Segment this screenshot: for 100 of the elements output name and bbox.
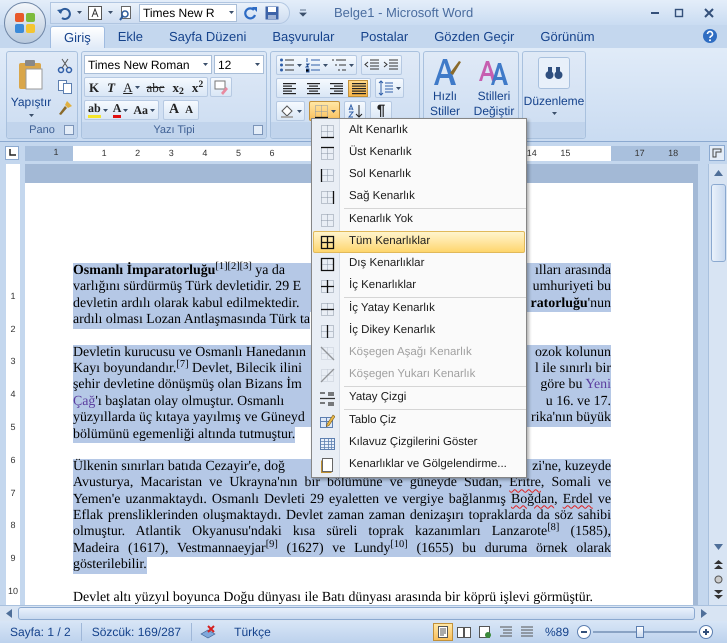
format-button[interactable]: K xyxy=(87,80,102,94)
format-button[interactable]: A xyxy=(169,103,180,117)
format-button[interactable]: abc xyxy=(144,80,167,94)
menu-item[interactable]: Sol Kenarlık xyxy=(313,164,525,186)
font-size-field[interactable]: 12 xyxy=(214,55,264,74)
dialog-launcher[interactable] xyxy=(64,125,74,135)
ribbon-tab[interactable]: Ekle xyxy=(104,26,156,48)
align-icon xyxy=(328,82,342,94)
menu-item[interactable]: Tablo Çiz xyxy=(313,410,525,432)
caret-icon xyxy=(297,64,302,66)
vertical-scrollbar[interactable] xyxy=(708,164,727,605)
slider-thumb[interactable] xyxy=(636,626,644,638)
format-button[interactable]: x$^{2}$ xyxy=(190,80,206,94)
right-arrow-icon xyxy=(701,609,707,618)
copy-button[interactable] xyxy=(55,78,75,96)
view-icon xyxy=(456,624,472,640)
caret-icon xyxy=(552,112,556,115)
menu-item[interactable]: Dış Kenarlıklar xyxy=(313,253,525,275)
numbered-list-icon xyxy=(305,57,321,73)
font-combo[interactable]: Times New R xyxy=(139,4,237,22)
multilevel-list-icon xyxy=(331,57,347,73)
word-count[interactable]: Sözcük: 169/287 xyxy=(82,623,192,641)
save-button[interactable] xyxy=(263,4,281,22)
ribbon-tab[interactable]: Başvurular xyxy=(259,26,348,48)
clear-formatting-button[interactable] xyxy=(210,77,232,97)
zoom-slider[interactable] xyxy=(593,625,697,639)
link[interactable]: Çağ xyxy=(73,394,96,409)
menu-item[interactable]: Kenarlık Yok xyxy=(313,209,525,231)
border-icon xyxy=(319,256,335,272)
quick-styles-button[interactable]: Hızlı Stiller xyxy=(423,55,467,122)
close-icon xyxy=(704,8,714,18)
menu-item[interactable]: Yatay Çizgi xyxy=(313,387,525,409)
body-text: ılları arasında xyxy=(535,263,611,280)
editing-button[interactable]: Düzenleme xyxy=(525,55,583,122)
menu-item[interactable]: İç Yatay Kenarlık xyxy=(313,298,525,320)
border-icon xyxy=(319,345,335,361)
format-button[interactable]: A xyxy=(112,102,122,118)
paste-button[interactable]: Yapıştır xyxy=(9,55,53,122)
ruler-number: 9 xyxy=(10,552,16,564)
body-text: Yemen'e uzanmaktaydı. Osmanlı Devleti 29 eyaletten ve vergiye bağlanmış Boğdan, Erdel ve xyxy=(73,492,611,508)
menu-item[interactable]: Üst Kenarlık xyxy=(313,142,525,164)
align-icon xyxy=(282,82,296,94)
ribbon-tab[interactable]: Gözden Geçir xyxy=(421,26,528,48)
format-button[interactable]: x$_{2}$ xyxy=(170,80,186,94)
ribbon-tab[interactable]: Görünüm xyxy=(527,26,608,48)
scroll-thumb[interactable] xyxy=(18,607,695,620)
view-button[interactable] xyxy=(432,623,453,641)
font-name-field[interactable]: Times New Roman xyxy=(84,55,212,74)
format-button[interactable]: ab xyxy=(88,102,101,118)
bullets-button[interactable] xyxy=(279,57,302,73)
page-count[interactable]: Sayfa: 1 / 2 xyxy=(0,623,82,641)
ribbon-tab[interactable]: Postalar xyxy=(347,26,422,48)
horizontal-scrollbar[interactable] xyxy=(0,605,727,621)
body-text: Çağ'ı başlatan olay olmuştur. Osmanlı xyxy=(73,394,284,410)
minimize-icon xyxy=(651,12,659,14)
menu-item[interactable]: İç Dikey Kenarlık xyxy=(313,320,525,342)
book-check-icon xyxy=(200,624,216,640)
zoom-out-button[interactable] xyxy=(577,625,591,639)
menu-item[interactable]: İç Kenarlıklar xyxy=(313,275,525,297)
border-icon xyxy=(319,301,335,317)
menu-item[interactable]: Tüm Kenarlıklar xyxy=(313,231,525,253)
language[interactable]: Türkçe xyxy=(224,623,281,641)
body-text: l ile sınırlı bir xyxy=(534,360,611,378)
cut-button[interactable] xyxy=(55,57,75,75)
menu-item[interactable]: Alt Kenarlık xyxy=(313,120,525,142)
menu-item[interactable]: Kılavuz Çizgilerini Göster xyxy=(313,432,525,454)
logo-icon xyxy=(13,11,37,35)
align-button[interactable] xyxy=(348,80,368,96)
help-button[interactable] xyxy=(701,27,719,45)
body-text: bölümünü egemenliği altında tutmuştur. xyxy=(73,426,296,443)
link[interactable]: Yeni xyxy=(585,377,611,392)
scroll-thumb[interactable] xyxy=(710,184,726,262)
numbering-button[interactable] xyxy=(305,57,328,73)
ruler-number: 8 xyxy=(10,519,16,530)
format-button[interactable]: Aa xyxy=(133,104,148,116)
circular-arrow-icon xyxy=(242,4,258,20)
multilevel-list-button[interactable] xyxy=(331,57,354,73)
body-text: zi'ne, kuzeyde xyxy=(532,458,611,476)
dialog-launcher[interactable] xyxy=(253,125,263,135)
caret-icon xyxy=(349,64,354,66)
body-text: Osmanlı İmparatorluğu$^{[1][2][3]}$ ya da xyxy=(73,263,285,280)
menu-item[interactable]: Sağ Kenarlık xyxy=(313,186,525,208)
ruler-toggle-button[interactable] xyxy=(709,145,725,161)
format-button[interactable]: T xyxy=(105,80,118,94)
pencil-table-icon xyxy=(319,413,335,429)
format-button[interactable]: A xyxy=(121,80,134,94)
ruler-number: 2 xyxy=(10,322,16,334)
down-arrow-icon xyxy=(714,544,722,550)
tab-stop-icon xyxy=(8,149,16,157)
text-box-button[interactable] xyxy=(86,4,104,22)
zoom-in-button[interactable] xyxy=(699,625,713,639)
ribbon-tab[interactable]: Giriş xyxy=(50,26,105,48)
format-button[interactable]: A xyxy=(185,104,194,116)
change-styles-button[interactable]: Stilleri Değiştir xyxy=(469,55,519,122)
ribbon-tab[interactable]: Sayfa Düzeni xyxy=(156,26,260,48)
table-grid-icon xyxy=(319,435,335,451)
tab-selector[interactable] xyxy=(5,146,19,160)
menu-item[interactable]: Kenarlıklar ve Gölgelendirme... xyxy=(313,454,525,476)
ruler-number: 3 xyxy=(10,355,16,366)
zoom-level[interactable]: %89 xyxy=(536,623,577,641)
